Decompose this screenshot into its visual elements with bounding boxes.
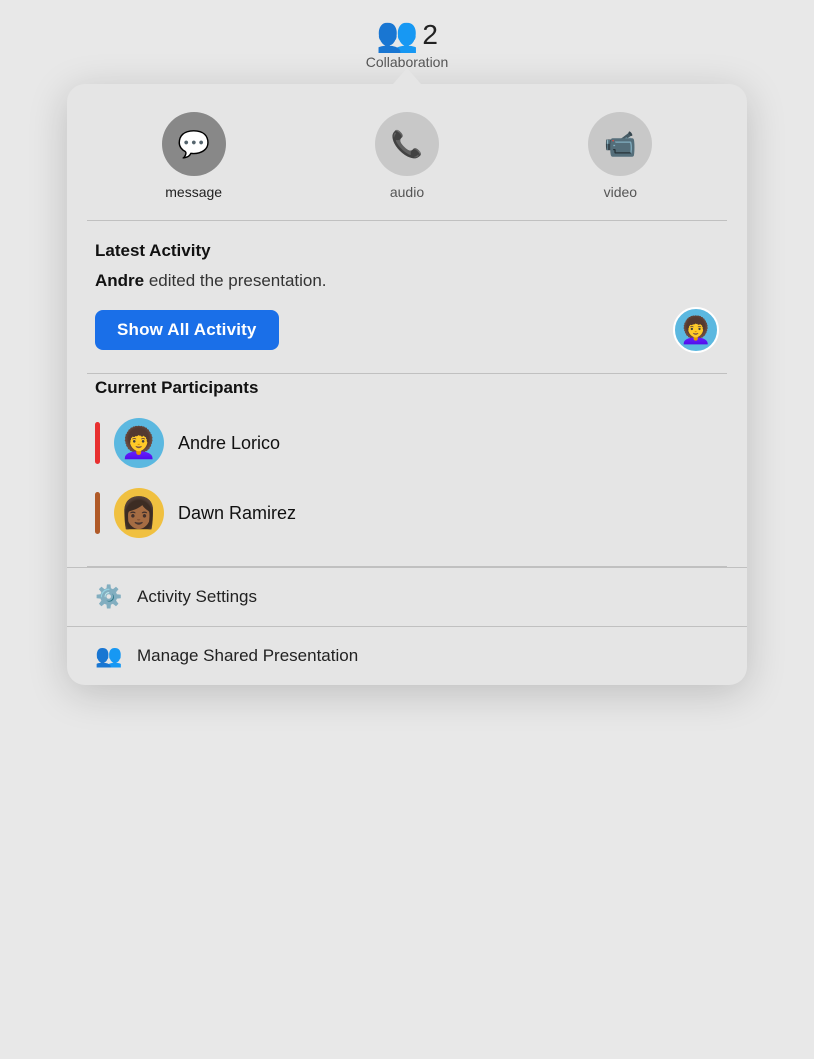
participants-section: Current Participants 👩‍🦱 Andre Lorico 👩🏾… xyxy=(67,374,747,566)
audio-label: audio xyxy=(390,184,424,200)
participant-row: 👩‍🦱 Andre Lorico xyxy=(95,408,719,478)
message-label: message xyxy=(165,184,222,200)
participant-name-andre: Andre Lorico xyxy=(178,433,280,454)
activity-actor: Andre xyxy=(95,271,144,290)
participant-avatar-dawn: 👩🏾 xyxy=(114,488,164,538)
participant-avatar-emoji-andre: 👩‍🦱 xyxy=(120,426,157,461)
participant-indicator-dawn xyxy=(95,492,100,534)
show-all-activity-button[interactable]: Show All Activity xyxy=(95,310,279,350)
message-circle: 💬 xyxy=(162,112,226,176)
activity-avatar: 👩‍🦱 xyxy=(673,307,719,353)
activity-settings-label: Activity Settings xyxy=(137,587,257,607)
audio-action[interactable]: 📞 audio xyxy=(375,112,439,200)
audio-circle: 📞 xyxy=(375,112,439,176)
video-action[interactable]: 📹 video xyxy=(588,112,652,200)
activity-settings-item[interactable]: ⚙️ Activity Settings xyxy=(67,567,747,626)
manage-shared-label: Manage Shared Presentation xyxy=(137,646,358,666)
collaboration-count: 2 xyxy=(422,19,438,51)
latest-activity-section: Latest Activity Andre edited the present… xyxy=(67,221,747,373)
audio-icon: 📞 xyxy=(391,129,423,160)
activity-avatar-emoji: 👩‍🦱 xyxy=(680,315,712,346)
participant-name-dawn: Dawn Ramirez xyxy=(178,503,296,524)
action-row: 💬 message 📞 audio 📹 video xyxy=(67,84,747,220)
participant-row-dawn: 👩🏾 Dawn Ramirez xyxy=(95,478,719,548)
latest-activity-title: Latest Activity xyxy=(95,241,719,261)
activity-settings-icon: ⚙️ xyxy=(95,584,123,610)
message-action[interactable]: 💬 message xyxy=(162,112,226,200)
message-icon: 💬 xyxy=(177,129,209,160)
video-circle: 📹 xyxy=(588,112,652,176)
participant-indicator-andre xyxy=(95,422,100,464)
menu-section: ⚙️ Activity Settings 👥 Manage Shared Pre… xyxy=(67,567,747,685)
participant-avatar-andre: 👩‍🦱 xyxy=(114,418,164,468)
manage-shared-icon: 👥 xyxy=(95,643,123,669)
activity-text: Andre edited the presentation. xyxy=(95,271,719,291)
activity-row: Show All Activity 👩‍🦱 xyxy=(95,307,719,353)
participant-avatar-emoji-dawn: 👩🏾 xyxy=(120,496,157,531)
collaboration-header: 👥 2 Collaboration xyxy=(366,0,449,70)
video-icon: 📹 xyxy=(604,129,636,160)
participants-title: Current Participants xyxy=(95,378,719,398)
collaboration-panel: 💬 message 📞 audio 📹 video Latest Activit… xyxy=(67,84,747,685)
manage-shared-item[interactable]: 👥 Manage Shared Presentation xyxy=(67,626,747,685)
collaboration-icon: 👥 xyxy=(376,18,418,52)
video-label: video xyxy=(604,184,637,200)
activity-description: edited the presentation. xyxy=(144,271,326,290)
panel-caret xyxy=(393,68,421,84)
